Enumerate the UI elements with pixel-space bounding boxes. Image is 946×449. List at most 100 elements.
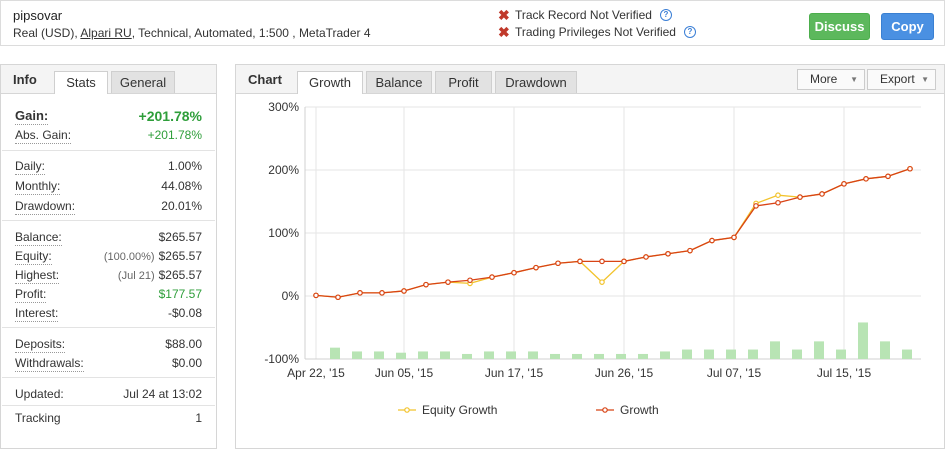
equity-growth-point xyxy=(599,279,605,285)
highest-label: Highest: xyxy=(15,268,60,284)
tracking-value: 1 xyxy=(195,411,202,425)
profit-value: $177.57 xyxy=(158,287,202,301)
growth-point xyxy=(555,260,561,267)
more-dropdown[interactable]: More ▼ xyxy=(797,69,865,90)
abs-gain-row: Abs. Gain: +201.78% xyxy=(15,127,202,144)
tab-growth[interactable]: Growth xyxy=(297,71,363,94)
divider xyxy=(2,327,215,328)
info-panel: Info Stats General Gain: +201.78% Abs. G… xyxy=(0,64,217,449)
tab-stats[interactable]: Stats xyxy=(54,71,108,94)
tab-general[interactable]: General xyxy=(111,71,175,93)
volume-bar xyxy=(418,351,428,359)
copy-button[interactable]: Copy xyxy=(881,13,934,40)
volume-bar xyxy=(352,351,362,359)
growth-point xyxy=(775,199,781,206)
growth-chart: 300% 200% 100% 0% -100%Apr 22, '15 Jun 05, '1… xyxy=(264,100,921,417)
equity-value: $265.57 xyxy=(158,249,202,263)
track-record-text: Track Record Not Verified xyxy=(515,8,652,22)
gain-value: +201.78% xyxy=(138,108,202,124)
drawdown-row: Drawdown: 20.01% xyxy=(15,198,202,215)
daily-row: Daily: 1.00% xyxy=(15,158,202,175)
volume-bar xyxy=(550,353,560,359)
volume-bar xyxy=(836,349,846,359)
export-label: Export xyxy=(880,72,915,86)
tab-profit[interactable]: Profit xyxy=(435,71,492,93)
volume-bar xyxy=(880,341,890,359)
cross-icon: ✖ xyxy=(498,24,510,40)
y-tick-label: 200% xyxy=(268,163,299,177)
growth-point xyxy=(489,274,495,280)
volume-bar xyxy=(704,349,714,359)
profit-row: Profit: $177.57 xyxy=(15,286,202,303)
account-name: pipsovar xyxy=(13,8,63,23)
volume-bar xyxy=(462,353,472,359)
withdrawals-label: Withdrawals: xyxy=(15,356,84,372)
volume-bar xyxy=(330,347,340,359)
divider xyxy=(2,377,215,378)
updated-label: Updated: xyxy=(15,387,64,401)
chevron-down-icon: ▼ xyxy=(850,75,858,84)
growth-point xyxy=(731,234,737,241)
x-tick-label: Jun 17, '15 xyxy=(485,366,544,380)
divider xyxy=(2,150,215,151)
chart-bars xyxy=(330,322,912,359)
volume-bar xyxy=(726,349,736,359)
volume-bar xyxy=(660,351,670,359)
help-icon[interactable]: ? xyxy=(659,9,672,21)
chart-legend[interactable]: Equity Growth Growth xyxy=(398,403,659,417)
equity-percent: (100.00%) xyxy=(103,251,155,263)
cross-icon: ✖ xyxy=(498,7,510,23)
gain-row: Gain: +201.78% xyxy=(15,108,202,125)
y-tick-label: 0% xyxy=(282,289,300,303)
chart-axes: 300% 200% 100% 0% -100%Apr 22, '15 Jun 05, '1… xyxy=(264,100,871,380)
chart-panel-title: Chart xyxy=(248,72,282,87)
equity-label: Equity: xyxy=(15,249,52,265)
discuss-button[interactable]: Discuss xyxy=(809,13,870,40)
volume-bar xyxy=(616,353,626,359)
volume-bar xyxy=(484,351,494,359)
info-panel-title: Info xyxy=(13,72,37,87)
x-tick-label: Jul 15, '15 xyxy=(817,366,872,380)
growth-point xyxy=(379,290,385,296)
daily-label: Daily: xyxy=(15,159,46,175)
account-details: Real (USD), Alpari RU, Technical, Automa… xyxy=(13,26,371,40)
help-icon[interactable]: ? xyxy=(683,26,696,38)
highest-row: Highest: (Jul 21) $265.57 xyxy=(15,267,202,284)
balance-row: Balance: $265.57 xyxy=(15,229,202,246)
volume-bar xyxy=(506,351,516,359)
highest-value: $265.57 xyxy=(158,268,202,282)
chevron-down-icon: ▼ xyxy=(921,75,929,84)
equity-value-wrap: (100.00%) $265.57 xyxy=(104,248,202,265)
broker-link[interactable]: Alpari RU xyxy=(80,26,131,40)
drawdown-value: 20.01% xyxy=(161,199,202,213)
chart-grid xyxy=(304,106,921,360)
updated-value: Jul 24 at 13:02 xyxy=(123,387,202,401)
tab-balance[interactable]: Balance xyxy=(366,71,432,93)
balance-label: Balance: xyxy=(15,230,62,246)
growth-point xyxy=(401,288,407,294)
gain-label: Gain: xyxy=(15,108,49,125)
volume-bar xyxy=(594,353,604,359)
tab-drawdown[interactable]: Drawdown xyxy=(495,71,577,93)
growth-point xyxy=(819,191,825,197)
monthly-label: Monthly: xyxy=(15,179,61,195)
info-tabbar: Info Stats General xyxy=(1,65,216,94)
volume-bar xyxy=(682,349,692,359)
growth-point xyxy=(467,277,473,284)
growth-point xyxy=(753,203,759,209)
growth-point xyxy=(621,258,627,265)
growth-point xyxy=(709,237,715,244)
abs-gain-label: Abs. Gain: xyxy=(15,128,72,144)
more-label: More xyxy=(810,72,838,86)
export-dropdown[interactable]: Export ▼ xyxy=(867,69,936,90)
deposits-row: Deposits: $88.00 xyxy=(15,336,202,353)
monthly-value: 44.08% xyxy=(161,179,202,193)
y-tick-label: -100% xyxy=(264,352,299,366)
highest-value-wrap: (Jul 21) $265.57 xyxy=(118,267,202,284)
volume-bar xyxy=(528,351,538,359)
x-tick-label: Jul 07, '15 xyxy=(707,366,762,380)
divider xyxy=(2,405,215,406)
withdrawals-value: $0.00 xyxy=(171,356,202,370)
growth-point xyxy=(423,281,429,288)
account-header: pipsovar Real (USD), Alpari RU, Technica… xyxy=(0,0,945,46)
